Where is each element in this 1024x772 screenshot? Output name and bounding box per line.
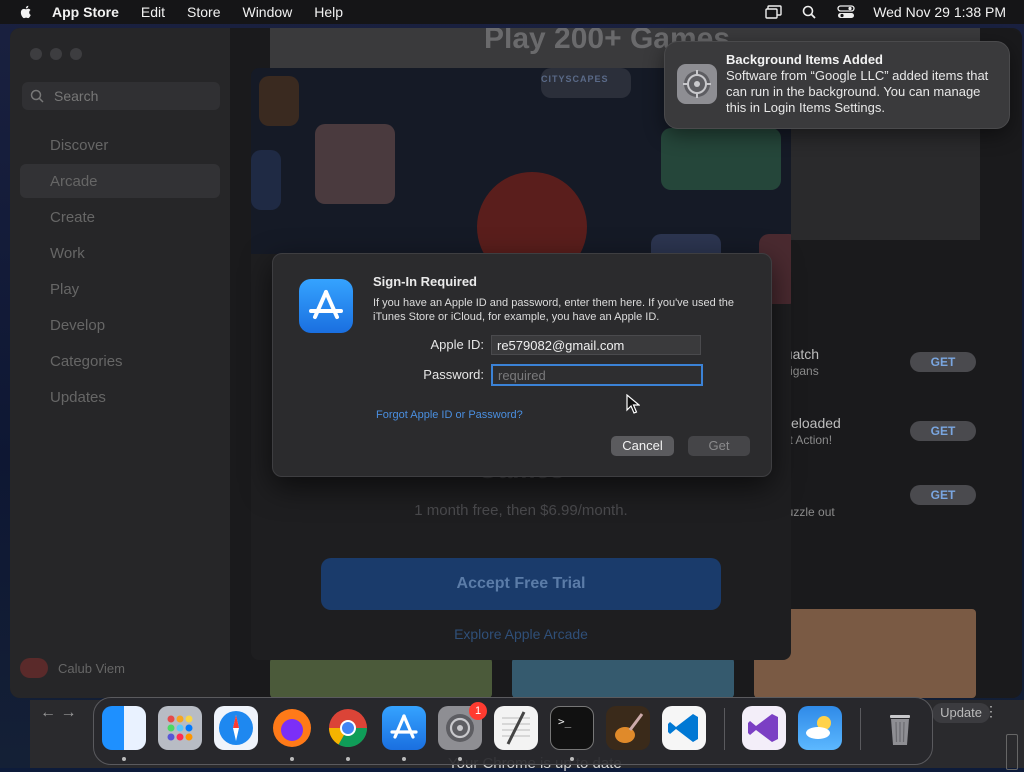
art-label: CITYSCAPES (541, 74, 609, 84)
finder-icon[interactable] (102, 706, 146, 750)
forgot-password-link[interactable]: Forgot Apple ID or Password? (376, 409, 523, 421)
launchpad-icon[interactable] (158, 706, 202, 750)
dock: 1 >_ (93, 697, 933, 765)
app-store-icon (299, 279, 353, 333)
search-icon (30, 89, 44, 103)
profile-name: Calub Viem (58, 660, 125, 676)
sidebar-item-categories[interactable]: Categories (20, 344, 220, 378)
apple-id-field[interactable] (491, 335, 701, 355)
sign-in-dialog: Sign-In Required If you have an Apple ID… (272, 253, 772, 477)
chrome-scrollbar[interactable] (1006, 734, 1018, 770)
art-tile (251, 150, 281, 210)
system-settings-gear-icon (677, 64, 717, 104)
zoom-button[interactable] (70, 48, 82, 60)
chrome-update-button[interactable]: Update (932, 703, 990, 723)
app-store-dock-icon[interactable] (382, 706, 426, 750)
trash-icon[interactable] (878, 706, 922, 750)
notification-banner[interactable]: Background Items Added Software from “Go… (664, 41, 1010, 129)
menu-window[interactable]: Window (242, 4, 292, 20)
notification-title: Background Items Added (726, 52, 883, 67)
search-placeholder: Search (54, 88, 99, 104)
password-label: Password: (423, 367, 484, 382)
terminal-icon[interactable]: >_ (550, 706, 594, 750)
minimize-button[interactable] (50, 48, 62, 60)
notification-body: Software from “Google LLC” added items t… (726, 68, 989, 115)
menu-bar: App Store Edit Store Window Help Wed Nov… (0, 0, 1024, 24)
safari-icon[interactable] (214, 706, 258, 750)
art-tile (661, 128, 781, 190)
menu-store[interactable]: Store (187, 4, 220, 20)
chrome-icon[interactable] (326, 706, 370, 750)
chrome-back-forward-icon[interactable]: ← → (40, 704, 76, 722)
dialog-title: Sign-In Required (373, 274, 477, 289)
spotlight-search-icon[interactable] (801, 5, 819, 19)
cancel-button[interactable]: Cancel (611, 436, 674, 456)
close-button[interactable] (30, 48, 42, 60)
dialog-description: If you have an Apple ID and password, en… (373, 297, 735, 323)
game-row: squatch nanigans GET (770, 346, 990, 396)
chrome-menu-icon[interactable]: ⋮ (984, 703, 998, 720)
firefox-icon[interactable] (270, 706, 314, 750)
menu-app-name[interactable]: App Store (52, 4, 119, 20)
running-indicator (122, 757, 126, 761)
arcade-price: 1 month free, then $6.99/month. (414, 502, 628, 519)
get-button[interactable]: GET (910, 421, 976, 441)
accept-free-trial-button[interactable]: Accept Free Trial (321, 558, 721, 610)
menu-datetime[interactable]: Wed Nov 29 1:38 PM (873, 4, 1006, 20)
weather-icon[interactable] (798, 706, 842, 750)
sidebar-item-create[interactable]: Create (20, 200, 220, 234)
menu-help[interactable]: Help (314, 4, 343, 20)
game-row: s Reloaded shot Action! GET (770, 415, 990, 465)
svg-text:>_: >_ (558, 715, 572, 728)
explore-arcade-link[interactable]: Explore Apple Arcade (251, 626, 791, 642)
profile-button[interactable]: Calub Viem (20, 658, 125, 678)
sidebar: Search Discover Arcade Create Work Play … (10, 28, 230, 698)
sidebar-item-play[interactable]: Play (20, 272, 220, 306)
mouse-pointer-icon (626, 394, 640, 414)
password-field[interactable] (491, 364, 703, 386)
search-input[interactable]: Search (22, 82, 220, 110)
sidebar-item-updates[interactable]: Updates (20, 380, 220, 414)
avatar (20, 658, 48, 678)
sidebar-item-arcade[interactable]: Arcade (20, 164, 220, 198)
running-indicator (346, 757, 350, 761)
get-button[interactable]: GET (910, 352, 976, 372)
sidebar-item-discover[interactable]: Discover (20, 128, 220, 162)
running-indicator (570, 757, 574, 761)
vscode-icon[interactable] (662, 706, 706, 750)
dock-separator (860, 708, 861, 750)
game-row: e o puzzle out GET (770, 470, 990, 520)
get-button[interactable]: GET (910, 485, 976, 505)
garageband-icon[interactable] (606, 706, 650, 750)
game-tile[interactable] (270, 658, 492, 698)
running-indicator (402, 757, 406, 761)
sidebar-item-work[interactable]: Work (20, 236, 220, 270)
game-tile[interactable] (512, 658, 734, 698)
textedit-icon[interactable] (494, 706, 538, 750)
control-center-icon[interactable] (837, 5, 855, 19)
dock-separator (724, 708, 725, 750)
apple-id-label: Apple ID: (430, 337, 484, 352)
sidebar-item-develop[interactable]: Develop (20, 308, 220, 342)
screen-mirroring-icon[interactable] (765, 5, 783, 19)
get-button-disabled[interactable]: Get (688, 436, 750, 456)
apple-logo-icon[interactable] (18, 4, 34, 20)
running-indicator (458, 757, 462, 761)
menu-edit[interactable]: Edit (141, 4, 165, 20)
visual-studio-icon[interactable] (742, 706, 786, 750)
art-tile (315, 124, 395, 204)
art-tile (259, 76, 299, 126)
notification-badge: 1 (469, 702, 487, 720)
running-indicator (290, 757, 294, 761)
